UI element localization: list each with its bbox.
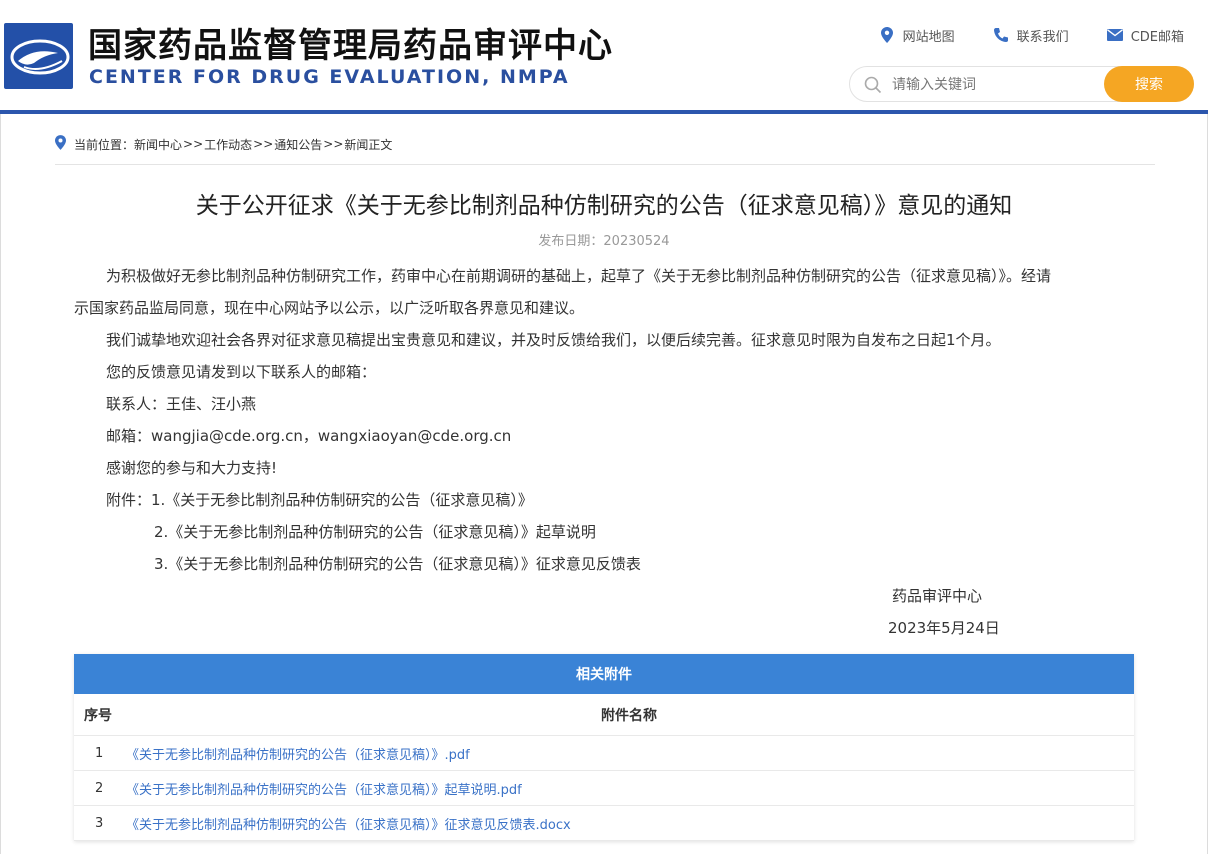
table-row: 1 《关于无参比制剂品种仿制研究的公告（征求意见稿）》.pdf [74,736,1134,771]
cde-mail-label: CDE邮箱 [1130,29,1184,45]
paragraph-2: 我们诚挚地欢迎社会各界对征求意见稿提出宝贵意见和建议，并及时反馈给我们，以便后续… [106,331,1001,349]
phone-icon [993,27,1009,43]
attachment-link[interactable]: 《关于无参比制剂品种仿制研究的公告（征求意见稿）》征求意见反馈表.docx [126,814,571,833]
thanks-line: 感谢您的参与和大力支持! [106,459,278,477]
attachment-list-item-3: 3.《关于无参比制剂品种仿制研究的公告（征求意见稿）》征求意见反馈表 [154,555,641,573]
site-title-cn: 国家药品监督管理局药品审评中心 [88,26,613,66]
breadcrumb-divider [55,164,1155,165]
breadcrumb-separator: >> [253,137,274,151]
row-number: 3 [95,815,104,831]
attachments-header: 相关附件 [74,654,1134,694]
sitemap-link[interactable]: 网站地图 [879,25,955,45]
breadcrumb-prefix: 当前位置： [74,137,135,152]
location-pin-icon [879,27,895,43]
logo-emblem-icon [10,39,70,75]
site-header: 国家药品监督管理局药品审评中心 CENTER FOR DRUG EVALUATI… [0,0,1208,110]
table-row: 3 《关于无参比制剂品种仿制研究的公告（征求意见稿）》征求意见反馈表.docx [74,806,1134,841]
paragraph-3: 您的反馈意见请发到以下联系人的邮箱： [106,363,377,381]
signature-date: 2023年5月24日 [888,619,1000,637]
header-accent-bar [0,110,1208,114]
cde-mail-link[interactable]: CDE邮箱 [1106,25,1184,45]
attachment-list-item-2: 2.《关于无参比制剂品种仿制研究的公告（征求意见稿）》起草说明 [154,523,596,541]
search-button[interactable]: 搜索 [1104,66,1194,102]
cde-logo[interactable] [4,23,73,89]
sitemap-label: 网站地图 [902,29,955,45]
mail-icon [1106,27,1123,43]
article-title: 关于公开征求《关于无参比制剂品种仿制研究的公告（征求意见稿）》意见的通知 [195,193,1013,219]
attachments-column-header: 序号 附件名称 [74,694,1134,736]
row-number: 2 [95,780,104,796]
column-name: 附件名称 [601,707,657,724]
attachment-link[interactable]: 《关于无参比制剂品种仿制研究的公告（征求意见稿）》.pdf [126,744,470,763]
attachment-link[interactable]: 《关于无参比制剂品种仿制研究的公告（征求意见稿）》起草说明.pdf [126,779,522,798]
attachment-list-item-1: 附件：1.《关于无参比制剂品种仿制研究的公告（征求意见稿）》 [106,491,533,509]
search-icon [864,76,882,94]
row-number: 1 [95,745,104,761]
breadcrumb-notices[interactable]: 通知公告 [274,136,322,153]
publish-date: 发布日期：20230524 [538,234,670,249]
contact-persons: 联系人：王佳、汪小燕 [106,395,257,413]
attachments-table: 相关附件 序号 附件名称 1 《关于无参比制剂品种仿制研究的公告（征求意见稿）》… [74,654,1134,841]
breadcrumb: 当前位置： 新闻中心 >> 工作动态 >> 通知公告 >> 新闻正文 [55,134,392,154]
site-title-en: CENTER FOR DRUG EVALUATION, NMPA [89,66,570,88]
breadcrumb-current: 新闻正文 [344,137,393,152]
top-links: 网站地图 联系我们 CDE邮箱 [879,25,1184,45]
table-row: 2 《关于无参比制剂品种仿制研究的公告（征求意见稿）》起草说明.pdf [74,771,1134,806]
content-border-left [0,114,1,854]
paragraph-1: 为积极做好无参比制剂品种仿制研究工作，药审中心在前期调研的基础上，起草了《关于无… [106,267,1052,285]
contact-emails: 邮箱：wangjia@cde.org.cn，wangxiaoyan@cde.or… [106,427,512,445]
search-box: 搜索 [849,66,1194,102]
paragraph-1-cont: 示国家药品监局同意，现在中心网站予以公示，以广泛听取各界意见和建议。 [74,299,585,317]
location-pin-icon [55,135,66,153]
signature-org: 药品审评中心 [892,587,983,605]
contact-label: 联系我们 [1016,29,1069,45]
breadcrumb-work-updates[interactable]: 工作动态 [204,136,252,153]
contact-link[interactable]: 联系我们 [993,25,1069,45]
search-input[interactable] [892,74,1102,96]
breadcrumb-separator: >> [183,137,204,151]
breadcrumb-news-center[interactable]: 新闻中心 [134,136,182,153]
breadcrumb-separator: >> [323,137,344,151]
